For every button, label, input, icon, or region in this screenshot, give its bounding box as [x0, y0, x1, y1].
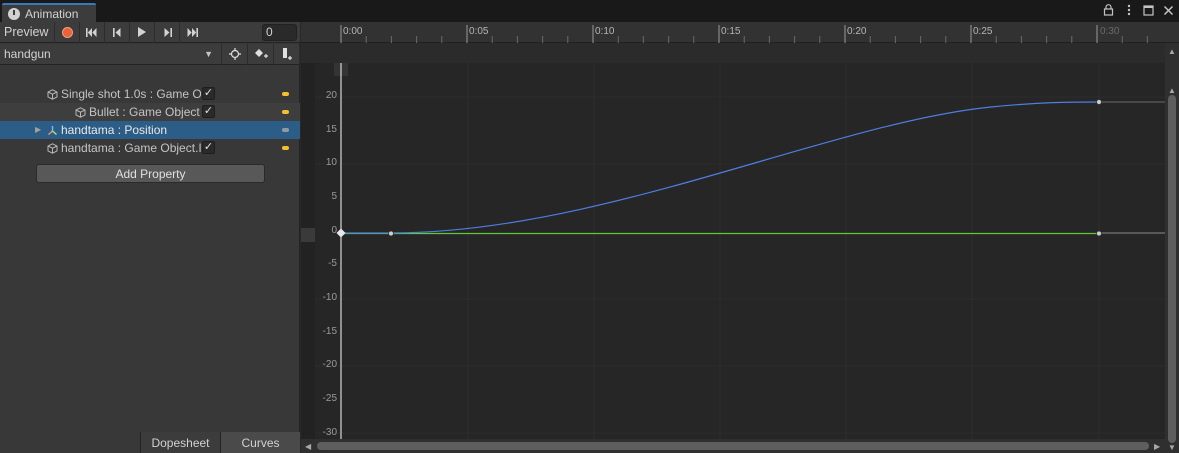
- timeline-ruler[interactable]: 0:00 0:05 0:10 0:15 0:20 0:25 0:30: [301, 22, 1179, 43]
- ruler-label: 0:25: [973, 26, 993, 37]
- maximize-icon[interactable]: [1142, 3, 1155, 17]
- keyframe-point[interactable]: [388, 230, 394, 237]
- keyframe-point[interactable]: [1096, 99, 1102, 105]
- record-icon: [61, 26, 73, 38]
- curve-graph[interactable]: [301, 63, 1165, 440]
- close-icon[interactable]: [1162, 3, 1175, 17]
- horizontal-scrollbar[interactable]: ◀ ▶: [301, 439, 1165, 453]
- property-row[interactable]: Single shot 1.0s : Game Object.Is Active…: [0, 85, 300, 103]
- y-axis-label: 0: [331, 225, 337, 236]
- first-key-button[interactable]: [79, 21, 104, 43]
- y-axis-label: -25: [322, 393, 337, 404]
- first-key-icon: [86, 27, 97, 37]
- ruler-label: 0:20: [847, 26, 867, 37]
- ruler-label: 0:30: [1100, 26, 1120, 37]
- keyframe-point[interactable]: [336, 228, 346, 238]
- next-key-icon: [164, 27, 172, 37]
- y-axis-label: 15: [325, 124, 337, 135]
- play-button[interactable]: [129, 21, 154, 43]
- clip-dropdown-value: handgun: [4, 47, 51, 61]
- property-label: Bullet : Game Object.Is Active: [89, 105, 200, 119]
- property-label: handtama : Position: [61, 123, 168, 137]
- play-icon: [138, 27, 146, 37]
- key-indicator: [282, 110, 289, 114]
- tab-animation[interactable]: Animation: [2, 3, 96, 22]
- property-active-checkbox[interactable]: ✓: [202, 87, 215, 100]
- y-axis-label: 5: [331, 191, 337, 202]
- record-button[interactable]: [54, 21, 79, 43]
- property-panel: Preview 0 handgun ▼ Single shot 1.0s: G…: [0, 21, 300, 453]
- property-row[interactable]: Bullet : Game Object.Is Active ✓: [0, 103, 300, 121]
- property-row-selected[interactable]: ▶ handtama : Position: [0, 121, 300, 139]
- transform-icon: [46, 124, 58, 136]
- keyframe-point[interactable]: [1096, 230, 1102, 237]
- y-axis-label: -30: [322, 427, 337, 438]
- gameobject-icon: [46, 142, 58, 154]
- gameobject-icon: [46, 88, 58, 100]
- filter-selection-button[interactable]: [222, 43, 248, 65]
- next-key-button[interactable]: [154, 21, 179, 43]
- chevron-down-icon: ▼: [204, 49, 213, 59]
- scroll-left-icon[interactable]: ◀: [305, 442, 311, 451]
- y-axis-label: -5: [328, 258, 337, 269]
- window-tab-strip: Animation: [0, 0, 1179, 22]
- y-axis-label: 20: [325, 90, 337, 101]
- clip-dropdown[interactable]: handgun ▼: [0, 43, 222, 65]
- horizontal-scroll-thumb[interactable]: [317, 442, 1149, 450]
- add-event-button[interactable]: [274, 43, 300, 65]
- property-list: Single shot 1.0s : Game Object.Is Active…: [0, 85, 300, 157]
- curve-editor[interactable]: 0:00 0:05 0:10 0:15 0:20 0:25 0:30 20 15…: [301, 22, 1179, 453]
- add-keyframe-icon: [254, 49, 268, 58]
- vertical-scroll-thumb[interactable]: [1168, 95, 1176, 443]
- y-axis-label: -20: [322, 359, 337, 370]
- tab-dopesheet[interactable]: Dopesheet: [140, 432, 220, 453]
- crosshair-icon: [228, 48, 241, 60]
- scroll-down-icon[interactable]: ▼: [1168, 443, 1176, 452]
- ruler-label: 0:05: [469, 26, 489, 37]
- y-axis-label: -10: [322, 292, 337, 303]
- add-event-icon: [282, 47, 292, 60]
- property-active-checkbox[interactable]: ✓: [202, 105, 215, 118]
- last-key-button[interactable]: [179, 21, 204, 43]
- property-active-checkbox[interactable]: ✓: [202, 141, 215, 154]
- ruler-label: 0:00: [343, 26, 363, 37]
- expand-arrow-icon[interactable]: ▶: [35, 125, 41, 134]
- previous-key-button[interactable]: [104, 21, 129, 43]
- frame-input[interactable]: 0: [262, 24, 297, 41]
- add-keyframe-button[interactable]: [248, 43, 274, 65]
- key-indicator: [282, 128, 289, 132]
- menu-icon[interactable]: [1122, 3, 1135, 17]
- view-mode-tabs: Dopesheet Curves: [140, 432, 300, 453]
- add-property-button[interactable]: Add Property: [36, 164, 265, 183]
- curve-plot-area[interactable]: 20 15 10 5 0 -5 -10 -15 -20 -25 -30: [301, 63, 1165, 440]
- lock-icon[interactable]: [1102, 3, 1115, 17]
- key-indicator: [282, 92, 289, 96]
- window-controls: [1102, 3, 1175, 17]
- scroll-right-icon[interactable]: ▶: [1154, 442, 1160, 451]
- y-axis-label: 10: [325, 157, 337, 168]
- preview-button[interactable]: Preview: [0, 25, 54, 39]
- property-label: Single shot 1.0s : Game Object.Is Active: [61, 87, 201, 101]
- tab-animation-label: Animation: [25, 6, 79, 21]
- property-label: handtama : Game Object.Is Active: [61, 141, 201, 155]
- ruler-label: 0:15: [721, 26, 741, 37]
- playback-toolbar: Preview 0: [0, 21, 300, 43]
- previous-key-icon: [112, 27, 120, 37]
- last-key-icon: [187, 27, 198, 37]
- tab-curves[interactable]: Curves: [220, 432, 300, 453]
- animation-clock-icon: [8, 7, 20, 20]
- clip-bar: handgun ▼: [0, 43, 300, 65]
- scroll-up-icon[interactable]: ▲: [1168, 86, 1176, 95]
- gameobject-icon: [74, 106, 86, 118]
- ruler-label: 0:10: [595, 26, 615, 37]
- scroll-up-icon[interactable]: ▲: [1168, 47, 1176, 56]
- y-axis-label: -15: [322, 326, 337, 337]
- key-indicator: [282, 146, 289, 150]
- property-row[interactable]: handtama : Game Object.Is Active ✓: [0, 139, 300, 157]
- event-bar[interactable]: [301, 43, 1179, 63]
- vertical-scrollbar[interactable]: ▲ ▲ ▼: [1165, 43, 1179, 453]
